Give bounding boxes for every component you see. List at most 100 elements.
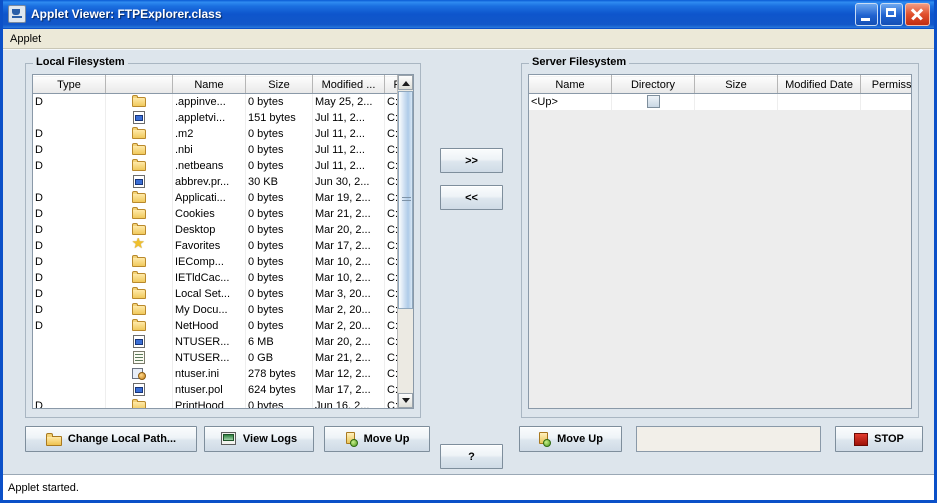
cell-icon <box>105 238 173 254</box>
server-table-body: <Up> <box>529 93 911 110</box>
document-icon <box>132 174 146 189</box>
local-col-type[interactable]: Type <box>33 75 106 94</box>
local-col-name[interactable]: Name <box>172 75 246 94</box>
table-row[interactable]: D Cookies0 bytesMar 21, 2...C:\Docu... <box>33 206 397 222</box>
cell-name: My Docu... <box>172 302 246 318</box>
scroll-up-button[interactable] <box>398 75 413 90</box>
table-row[interactable]: D Desktop0 bytesMar 20, 2...C:\Docu... <box>33 222 397 238</box>
local-col-icon[interactable] <box>105 75 173 94</box>
document-icon <box>132 382 146 397</box>
table-row[interactable]: D PrintHood0 bytesJun 16, 2...C:\Docu... <box>33 398 397 408</box>
server-table-header-row: Name Directory Size Modified Date Permis… <box>529 75 911 94</box>
table-row[interactable]: D .m20 bytesJul 11, 2...C:\Docu... <box>33 126 397 142</box>
cell-modified: Mar 21, 2... <box>312 350 385 366</box>
cell-modified: Mar 19, 2... <box>312 190 385 206</box>
cell-name: ntuser.pol <box>172 382 246 398</box>
folder-icon <box>131 159 147 172</box>
cell-size: 6 MB <box>245 334 313 350</box>
cell-name: abbrev.pr... <box>172 174 246 190</box>
local-file-table: Type Name Size Modified ... Full Name D.… <box>33 75 397 408</box>
server-col-directory[interactable]: Directory <box>611 75 695 94</box>
help-button[interactable]: ? <box>440 444 503 469</box>
cell-size: 151 bytes <box>245 110 313 126</box>
transfer-to-server-button[interactable]: >> <box>440 148 503 173</box>
folder-icon <box>131 127 147 140</box>
cell-fullname: C:\Docu... <box>387 240 397 252</box>
scroll-down-button[interactable] <box>398 393 413 408</box>
move-up-server-label: Move Up <box>557 433 603 445</box>
server-filesystem-panel: Server Filesystem Name Directory Size Mo… <box>521 56 919 418</box>
cell-modified: Mar 2, 20... <box>312 302 385 318</box>
cell-type: D <box>33 126 106 142</box>
cell-modified: Mar 17, 2... <box>312 382 385 398</box>
help-label: ? <box>468 450 475 463</box>
settings-icon <box>132 367 146 381</box>
cell-size: 0 bytes <box>245 398 313 408</box>
table-row[interactable]: D My Docu...0 bytesMar 2, 20...C:\Docu... <box>33 302 397 318</box>
table-row[interactable]: D IEComp...0 bytesMar 10, 2...C:\Docu... <box>33 254 397 270</box>
cell-icon <box>105 126 173 142</box>
transfer-to-local-button[interactable]: << <box>440 185 503 210</box>
server-col-name[interactable]: Name <box>529 75 612 94</box>
cell-modified: Jul 11, 2... <box>312 110 385 126</box>
move-up-local-button[interactable]: Move Up <box>324 426 430 452</box>
local-table-scrollbar[interactable] <box>397 75 413 408</box>
server-path-input[interactable] <box>636 426 821 452</box>
cell-modified: Mar 20, 2... <box>312 222 385 238</box>
cell-type: D <box>33 93 106 110</box>
cell-icon <box>105 334 173 350</box>
cell-type <box>33 366 106 382</box>
table-row[interactable]: D Favorites0 bytesMar 17, 2...C:\Docu... <box>33 238 397 254</box>
status-text: Applet started. <box>8 481 79 494</box>
cell-name: .appinve... <box>172 93 246 110</box>
table-row[interactable]: D .netbeans0 bytesJul 11, 2...C:\Docu... <box>33 158 397 174</box>
stop-button[interactable]: STOP <box>835 426 923 452</box>
cell-icon <box>105 190 173 206</box>
cell-server-modified <box>777 93 861 110</box>
menu-item-applet[interactable]: Applet <box>3 32 48 46</box>
change-local-path-button[interactable]: Change Local Path... <box>25 426 197 452</box>
server-col-permission[interactable]: Permission <box>860 75 911 94</box>
close-button[interactable] <box>905 3 930 26</box>
local-col-fullname[interactable]: Full Name <box>384 75 397 94</box>
cell-modified: Mar 10, 2... <box>312 254 385 270</box>
table-row[interactable]: D IETldCac...0 bytesMar 10, 2...C:\Docu..… <box>33 270 397 286</box>
cell-server-directory <box>611 93 695 110</box>
view-logs-button[interactable]: View Logs <box>204 426 314 452</box>
checkbox-icon[interactable] <box>646 95 660 108</box>
table-row[interactable]: ntuser.pol624 bytesMar 17, 2...C:\Docu..… <box>33 382 397 398</box>
table-row[interactable]: D Applicati...0 bytesMar 19, 2...C:\Docu.… <box>33 190 397 206</box>
local-col-modified[interactable]: Modified ... <box>312 75 385 94</box>
cell-icon <box>105 93 173 110</box>
cell-fullname: C:\Docu... <box>387 368 397 380</box>
table-row[interactable]: D Local Set...0 bytesMar 3, 20...C:\Docu.… <box>33 286 397 302</box>
cell-fullname: C:\Docu... <box>387 352 397 364</box>
table-row[interactable]: D .nbi0 bytesJul 11, 2...C:\Docu... <box>33 142 397 158</box>
cell-icon <box>105 270 173 286</box>
cell-type: D <box>33 318 106 334</box>
window-title: Applet Viewer: FTPExplorer.class <box>31 7 222 21</box>
cell-modified: Mar 3, 20... <box>312 286 385 302</box>
server-col-size[interactable]: Size <box>694 75 778 94</box>
table-row[interactable]: D .appinve...0 bytesMay 25, 2...C:\Docu..… <box>33 93 397 110</box>
table-row[interactable]: ntuser.ini278 bytesMar 12, 2...C:\Docu..… <box>33 366 397 382</box>
table-row[interactable]: NTUSER...0 GBMar 21, 2...C:\Docu... <box>33 350 397 366</box>
document-icon <box>132 110 146 125</box>
maximize-button[interactable] <box>880 3 903 26</box>
cell-size: 278 bytes <box>245 366 313 382</box>
table-row[interactable]: D NetHood0 bytesMar 2, 20...C:\Docu... <box>33 318 397 334</box>
move-up-server-button[interactable]: Move Up <box>519 426 622 452</box>
table-row[interactable]: .appletvi...151 bytesJul 11, 2...C:\Docu… <box>33 110 397 126</box>
cell-type: D <box>33 302 106 318</box>
table-row[interactable]: <Up> <box>529 93 911 110</box>
cell-name: NTUSER... <box>172 334 246 350</box>
cell-type: D <box>33 398 106 408</box>
table-row[interactable]: NTUSER...6 MBMar 20, 2...C:\Docu... <box>33 334 397 350</box>
table-row[interactable]: abbrev.pr...30 KBJun 30, 2...C:\Docu... <box>33 174 397 190</box>
scrollbar-thumb[interactable] <box>398 91 413 309</box>
minimize-button[interactable] <box>855 3 878 26</box>
status-bar: Applet started. <box>3 474 934 500</box>
cell-fullname: C:\Docu... <box>387 224 397 236</box>
server-col-modified[interactable]: Modified Date <box>777 75 861 94</box>
local-col-size[interactable]: Size <box>245 75 313 94</box>
